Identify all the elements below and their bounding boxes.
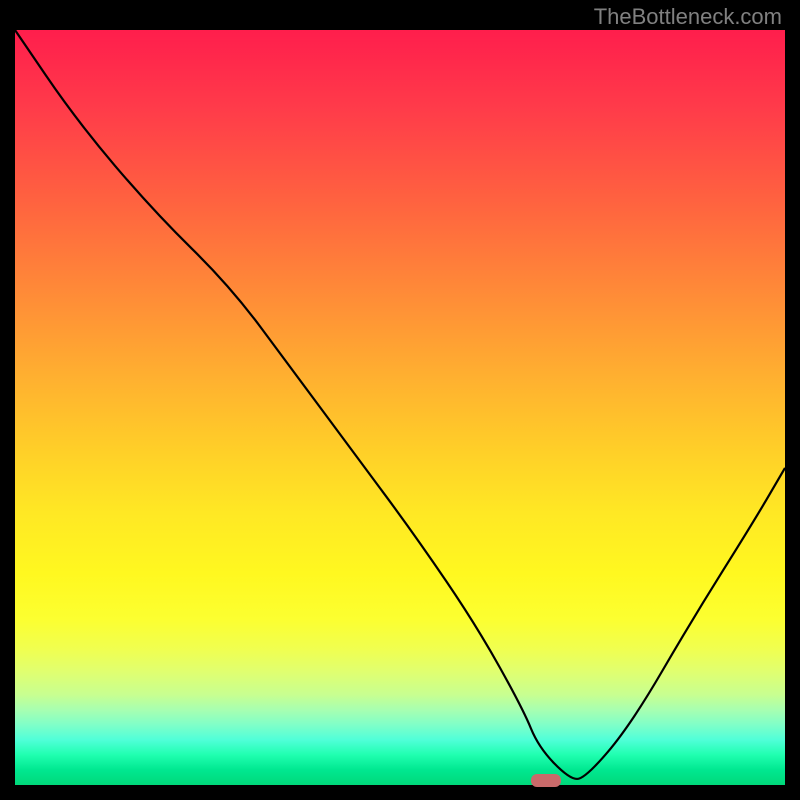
bottleneck-curve [15, 30, 785, 779]
watermark-text: TheBottleneck.com [594, 4, 782, 30]
curve-svg [15, 30, 785, 785]
chart-area [15, 30, 785, 785]
optimal-marker [531, 774, 561, 787]
